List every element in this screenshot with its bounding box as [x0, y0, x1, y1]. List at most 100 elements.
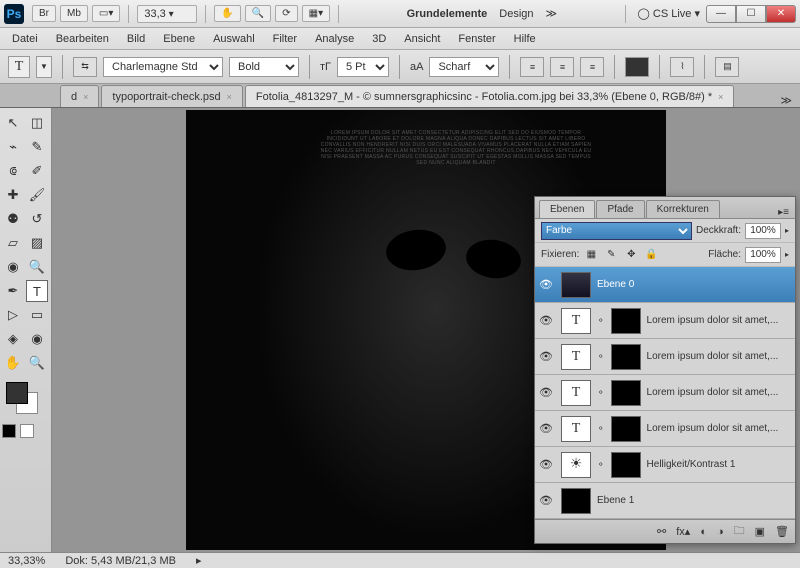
screen-mode-button[interactable]: ▭▾: [92, 5, 120, 22]
font-size-select[interactable]: 5 Pt: [337, 57, 389, 77]
pen-tool[interactable]: ✒: [2, 280, 24, 302]
link-layers-icon[interactable]: ⚯: [657, 525, 666, 538]
foreground-color[interactable]: [6, 382, 28, 404]
tool-preset-dropdown[interactable]: ▼: [36, 56, 52, 78]
3d-tool[interactable]: ◈: [2, 328, 24, 350]
visibility-icon[interactable]: 👁: [539, 314, 555, 327]
tab-overflow-icon[interactable]: ≫: [772, 94, 800, 107]
lasso-tool[interactable]: ⌁: [2, 136, 24, 158]
menu-bearbeiten[interactable]: Bearbeiten: [56, 33, 109, 45]
blend-mode-select[interactable]: Farbe: [541, 222, 692, 240]
align-right-button[interactable]: ≡: [580, 57, 604, 77]
layer-row[interactable]: 👁T⚬Lorem ipsum dolor sit amet,...: [535, 339, 795, 375]
layer-mask-thumb[interactable]: [611, 416, 641, 442]
character-panel-button[interactable]: ▤: [715, 57, 739, 77]
visibility-icon[interactable]: 👁: [539, 350, 555, 363]
visibility-icon[interactable]: 👁: [539, 494, 555, 507]
panel-tab-korrekturen[interactable]: Korrekturen: [646, 200, 720, 218]
align-center-button[interactable]: ≡: [550, 57, 574, 77]
hand-tool[interactable]: ✋: [2, 352, 24, 374]
healing-tool[interactable]: ✚: [2, 184, 24, 206]
fill-input[interactable]: [745, 247, 781, 263]
menu-datei[interactable]: Datei: [12, 33, 38, 45]
eraser-tool[interactable]: ▱: [2, 232, 24, 254]
layer-mask-thumb[interactable]: [611, 308, 641, 334]
workspace-more-icon[interactable]: ≫: [546, 7, 558, 20]
layer-row[interactable]: 👁☀⚬Helligkeit/Kontrast 1: [535, 447, 795, 483]
minibridge-button[interactable]: Mb: [60, 5, 88, 22]
visibility-icon[interactable]: 👁: [539, 278, 555, 291]
status-arrow-icon[interactable]: ▸: [196, 554, 202, 567]
stamp-tool[interactable]: ⚉: [2, 208, 24, 230]
panel-tab-pfade[interactable]: Pfade: [596, 200, 644, 218]
bridge-button[interactable]: Br: [32, 5, 56, 22]
menu-hilfe[interactable]: Hilfe: [514, 33, 536, 45]
type-tool[interactable]: T: [26, 280, 48, 302]
layer-mask-thumb[interactable]: [611, 380, 641, 406]
quickmask-button[interactable]: [2, 424, 16, 438]
text-color-swatch[interactable]: [625, 57, 649, 77]
align-left-button[interactable]: ≡: [520, 57, 544, 77]
font-family-select[interactable]: Charlemagne Std: [103, 57, 223, 77]
adjustment-layer-icon[interactable]: ◑: [717, 526, 724, 538]
lock-all-icon[interactable]: 🔒: [643, 247, 659, 263]
screenmode-button[interactable]: [20, 424, 34, 438]
visibility-icon[interactable]: 👁: [539, 422, 555, 435]
menu-filter[interactable]: Filter: [273, 33, 297, 45]
layer-name[interactable]: Ebene 1: [597, 495, 791, 506]
status-zoom[interactable]: 33,33%: [8, 555, 45, 567]
lock-pixels-icon[interactable]: ▦: [583, 247, 599, 263]
layer-row[interactable]: 👁T⚬Lorem ipsum dolor sit amet,...: [535, 375, 795, 411]
menu-bild[interactable]: Bild: [127, 33, 145, 45]
blur-tool[interactable]: ◉: [2, 256, 24, 278]
path-select-tool[interactable]: ▷: [2, 304, 24, 326]
crop-tool[interactable]: ⟃: [2, 160, 24, 182]
new-layer-icon[interactable]: ▣: [755, 525, 765, 538]
minimize-button[interactable]: —: [706, 5, 736, 23]
status-doc[interactable]: Dok: 5,43 MB/21,3 MB: [65, 555, 176, 567]
layer-mask-thumb[interactable]: [611, 452, 641, 478]
cs-live[interactable]: CS Live: [653, 8, 692, 20]
gradient-tool[interactable]: ▨: [26, 232, 48, 254]
layer-group-icon[interactable]: 🗀: [734, 522, 745, 541]
layer-row[interactable]: 👁T⚬Lorem ipsum dolor sit amet,...: [535, 411, 795, 447]
layer-row[interactable]: 👁 Ebene 1: [535, 483, 795, 519]
dodge-tool[interactable]: 🔍: [26, 256, 48, 278]
menu-3d[interactable]: 3D: [372, 33, 386, 45]
menu-analyse[interactable]: Analyse: [315, 33, 354, 45]
lock-position-icon[interactable]: ✥: [623, 247, 639, 263]
opacity-input[interactable]: [745, 223, 781, 239]
shape-tool[interactable]: ▭: [26, 304, 48, 326]
arrange-button[interactable]: ▦▾: [302, 5, 330, 22]
menu-ansicht[interactable]: Ansicht: [404, 33, 440, 45]
layer-name[interactable]: Lorem ipsum dolor sit amet,...: [647, 423, 791, 434]
antialias-select[interactable]: Scharf: [429, 57, 499, 77]
doc-tab-2[interactable]: Fotolia_4813297_M - © sumnersgraphicsinc…: [245, 85, 735, 107]
zoom-tool[interactable]: 🔍: [26, 352, 48, 374]
marquee-tool[interactable]: ◫: [26, 112, 48, 134]
delete-layer-icon[interactable]: 🗑: [775, 525, 789, 538]
opacity-arrow-icon[interactable]: ▸: [785, 226, 789, 235]
hand-tool-button[interactable]: ✋: [214, 5, 240, 22]
eyedropper-tool[interactable]: ✐: [26, 160, 48, 182]
layer-mask-icon[interactable]: ◐: [700, 526, 707, 538]
menu-ebene[interactable]: Ebene: [163, 33, 195, 45]
brush-tool[interactable]: 🖌: [26, 184, 48, 206]
rotate-view-button[interactable]: ⟳: [275, 5, 297, 22]
move-tool[interactable]: ↖: [2, 112, 24, 134]
layer-row[interactable]: 👁Ebene 0: [535, 267, 795, 303]
panel-tab-ebenen[interactable]: Ebenen: [539, 200, 595, 218]
layer-mask-thumb[interactable]: [611, 344, 641, 370]
layer-name[interactable]: Helligkeit/Kontrast 1: [647, 459, 791, 470]
warp-text-button[interactable]: ⌇: [670, 57, 694, 77]
doc-tab-collapsed[interactable]: d×: [60, 85, 99, 107]
visibility-icon[interactable]: 👁: [539, 458, 555, 471]
layer-fx-icon[interactable]: fx▴: [676, 525, 690, 538]
color-swatches[interactable]: [2, 382, 46, 418]
zoom-level[interactable]: 33,3 ▾: [137, 5, 197, 23]
workspace-design[interactable]: Design: [499, 8, 533, 20]
close-button[interactable]: ✕: [766, 5, 796, 23]
panel-menu-icon[interactable]: ▸≡: [772, 207, 795, 218]
menu-fenster[interactable]: Fenster: [458, 33, 495, 45]
workspace-essentials[interactable]: Grundelemente: [407, 8, 488, 20]
